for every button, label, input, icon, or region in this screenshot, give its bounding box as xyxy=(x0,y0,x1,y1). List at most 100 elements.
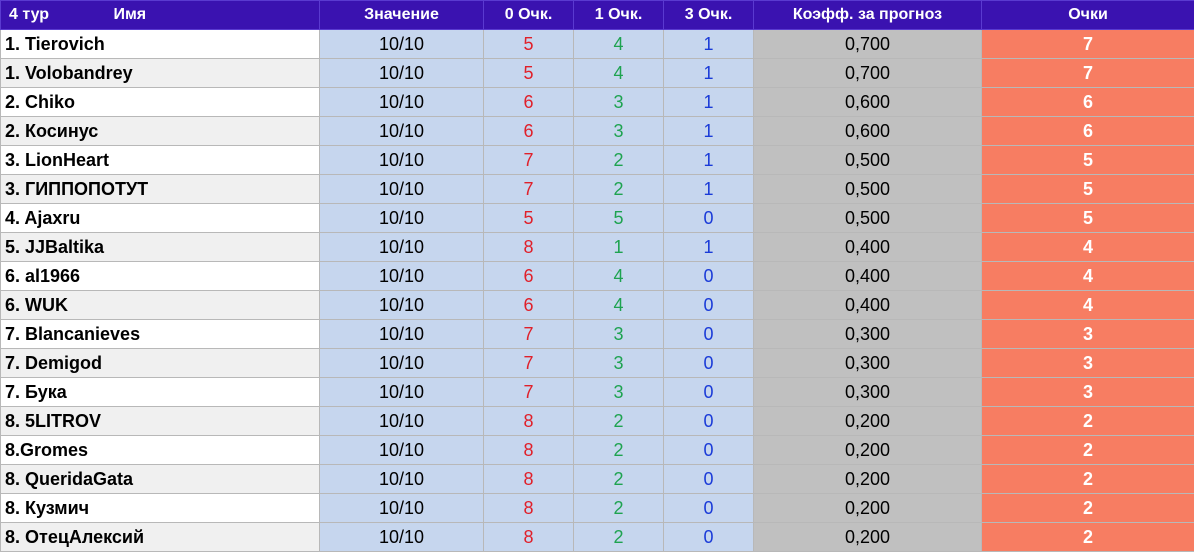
value-cell: 10/10 xyxy=(320,175,484,204)
three-points-cell: 1 xyxy=(664,30,754,59)
points-cell: 7 xyxy=(982,59,1194,88)
value-cell: 10/10 xyxy=(320,465,484,494)
points-cell: 2 xyxy=(982,465,1194,494)
table-row: 1. Volobandrey10/105410,7007 xyxy=(1,59,1194,88)
zero-points-cell: 8 xyxy=(484,494,574,523)
points-cell: 5 xyxy=(982,146,1194,175)
zero-points-cell: 8 xyxy=(484,436,574,465)
points-cell: 6 xyxy=(982,88,1194,117)
table-row: 1. Tierovich10/105410,7007 xyxy=(1,30,1194,59)
points-cell: 2 xyxy=(982,407,1194,436)
coefficient-cell: 0,500 xyxy=(754,204,982,233)
value-cell: 10/10 xyxy=(320,349,484,378)
player-name: 1. Tierovich xyxy=(1,30,320,59)
zero-points-cell: 7 xyxy=(484,349,574,378)
zero-points-cell: 7 xyxy=(484,175,574,204)
player-name: 7. Бука xyxy=(1,378,320,407)
points-cell: 3 xyxy=(982,349,1194,378)
zero-points-cell: 7 xyxy=(484,146,574,175)
one-point-cell: 4 xyxy=(574,59,664,88)
coefficient-cell: 0,700 xyxy=(754,30,982,59)
header-three-points: 3 Очк. xyxy=(664,1,754,30)
value-cell: 10/10 xyxy=(320,262,484,291)
three-points-cell: 1 xyxy=(664,59,754,88)
table-row: 8. ОтецАлексий10/108200,2002 xyxy=(1,523,1194,552)
one-point-cell: 1 xyxy=(574,233,664,262)
player-name: 4. Ajaxru xyxy=(1,204,320,233)
player-name: 2. Косинус xyxy=(1,117,320,146)
points-cell: 2 xyxy=(982,494,1194,523)
coefficient-cell: 0,600 xyxy=(754,117,982,146)
one-point-cell: 2 xyxy=(574,146,664,175)
header-round: 4 тур xyxy=(9,6,109,24)
three-points-cell: 1 xyxy=(664,233,754,262)
coefficient-cell: 0,300 xyxy=(754,320,982,349)
zero-points-cell: 8 xyxy=(484,523,574,552)
one-point-cell: 3 xyxy=(574,117,664,146)
value-cell: 10/10 xyxy=(320,88,484,117)
header-coefficient: Коэфф. за прогноз xyxy=(754,1,982,30)
one-point-cell: 2 xyxy=(574,494,664,523)
value-cell: 10/10 xyxy=(320,30,484,59)
player-name: 2. Chiko xyxy=(1,88,320,117)
zero-points-cell: 6 xyxy=(484,117,574,146)
header-name: Имя xyxy=(113,6,146,24)
points-cell: 5 xyxy=(982,204,1194,233)
table-row: 7. Demigod10/107300,3003 xyxy=(1,349,1194,378)
value-cell: 10/10 xyxy=(320,117,484,146)
one-point-cell: 4 xyxy=(574,262,664,291)
three-points-cell: 0 xyxy=(664,465,754,494)
value-cell: 10/10 xyxy=(320,146,484,175)
one-point-cell: 4 xyxy=(574,291,664,320)
one-point-cell: 5 xyxy=(574,204,664,233)
zero-points-cell: 7 xyxy=(484,378,574,407)
table-row: 6. WUK10/106400,4004 xyxy=(1,291,1194,320)
player-name: 8. Кузмич xyxy=(1,494,320,523)
points-cell: 3 xyxy=(982,320,1194,349)
table-row: 3. LionHeart10/107210,5005 xyxy=(1,146,1194,175)
three-points-cell: 0 xyxy=(664,349,754,378)
one-point-cell: 3 xyxy=(574,320,664,349)
three-points-cell: 1 xyxy=(664,88,754,117)
value-cell: 10/10 xyxy=(320,378,484,407)
one-point-cell: 2 xyxy=(574,465,664,494)
player-name: 8. 5LITROV xyxy=(1,407,320,436)
one-point-cell: 2 xyxy=(574,175,664,204)
value-cell: 10/10 xyxy=(320,59,484,88)
value-cell: 10/10 xyxy=(320,291,484,320)
table-row: 2. Chiko10/106310,6006 xyxy=(1,88,1194,117)
points-cell: 4 xyxy=(982,262,1194,291)
zero-points-cell: 6 xyxy=(484,291,574,320)
one-point-cell: 3 xyxy=(574,378,664,407)
value-cell: 10/10 xyxy=(320,523,484,552)
zero-points-cell: 5 xyxy=(484,30,574,59)
table-row: 8. 5LITROV10/108200,2002 xyxy=(1,407,1194,436)
points-cell: 7 xyxy=(982,30,1194,59)
points-cell: 2 xyxy=(982,436,1194,465)
player-name: 6. WUK xyxy=(1,291,320,320)
three-points-cell: 0 xyxy=(664,378,754,407)
value-cell: 10/10 xyxy=(320,320,484,349)
three-points-cell: 0 xyxy=(664,320,754,349)
points-cell: 2 xyxy=(982,523,1194,552)
zero-points-cell: 8 xyxy=(484,407,574,436)
one-point-cell: 2 xyxy=(574,436,664,465)
value-cell: 10/10 xyxy=(320,233,484,262)
zero-points-cell: 6 xyxy=(484,262,574,291)
value-cell: 10/10 xyxy=(320,494,484,523)
header-points: Очки xyxy=(982,1,1194,30)
coefficient-cell: 0,200 xyxy=(754,407,982,436)
value-cell: 10/10 xyxy=(320,407,484,436)
zero-points-cell: 5 xyxy=(484,59,574,88)
coefficient-cell: 0,700 xyxy=(754,59,982,88)
coefficient-cell: 0,300 xyxy=(754,378,982,407)
coefficient-cell: 0,200 xyxy=(754,465,982,494)
three-points-cell: 0 xyxy=(664,291,754,320)
one-point-cell: 3 xyxy=(574,88,664,117)
coefficient-cell: 0,300 xyxy=(754,349,982,378)
coefficient-cell: 0,600 xyxy=(754,88,982,117)
three-points-cell: 0 xyxy=(664,494,754,523)
table-row: 2. Косинус10/106310,6006 xyxy=(1,117,1194,146)
points-cell: 4 xyxy=(982,233,1194,262)
player-name: 7. Demigod xyxy=(1,349,320,378)
